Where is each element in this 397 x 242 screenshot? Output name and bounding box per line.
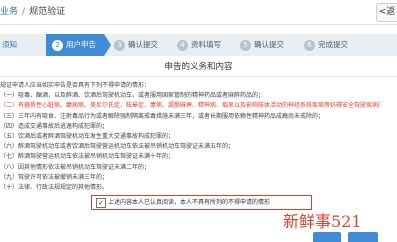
step-number: 4	[177, 39, 188, 51]
declaration-text: 规证申请人应当如实申告是否具有下列不得申请的情形： （一）吸毒、酗酒，以及醉酒、…	[0, 81, 380, 193]
notice-line: 规证申请人应当如实申告是否具有下列不得申请的情形：	[0, 82, 151, 89]
step-6: 6 完成提交	[304, 34, 364, 56]
step-number: 5	[240, 39, 251, 51]
agree-checkbox[interactable]: ✓	[96, 198, 106, 208]
notice-line: （六）醉酒驾驶机动车或者饮酒后驾驶营运机动车依法被吊销机动车驾驶证未满五年的；	[0, 143, 235, 151]
notice-line: （三）三年内有吸食、注射毒品行为或者解除强制隔离戒毒措施未满三年，或者长期服用依…	[0, 112, 325, 120]
notice-line: （五）饮酒后或者醉酒驾驶机动车发生重大交通事故构成犯罪的；	[0, 133, 175, 141]
step-label: 资料填写	[191, 40, 221, 49]
notice-line: （七）醉酒驾驶营运机动车依法被吊销机动车驾驶证未满十年的；	[0, 153, 175, 161]
step-4: 4 资料填写	[177, 34, 233, 56]
step-label: 须知	[2, 40, 17, 49]
notice-line: （十）法律、行政法规规定的其他情形。	[0, 184, 109, 192]
prev-button[interactable]	[313, 232, 341, 242]
step-label: 确认提交	[254, 40, 284, 49]
step-2: 2 用户申告	[46, 34, 111, 56]
agree-label: 上述内容本人已认真阅读，本人不具有所列的不得申请的情形	[108, 199, 271, 206]
notice-line-highlight: （二）有器质性心脏病、癫痫病、美尼尔氏症、眩晕症、癔病、震颤麻痹、精神病、痴呆以…	[0, 102, 380, 110]
step-arrow-icon	[104, 34, 111, 56]
top-bar: 业务 / 规范验证 <返	[0, 0, 397, 25]
notice-line: （四）造成交通事故后逃逸构成犯罪的；	[0, 122, 109, 130]
step-number: 3	[114, 39, 125, 51]
back-button[interactable]: <返	[376, 3, 397, 22]
breadcrumb: 业务 / 规范验证	[0, 0, 65, 24]
step-label: 确认提交	[128, 40, 158, 49]
breadcrumb-link[interactable]: 业务	[0, 7, 18, 17]
notice-line: （一）吸毒、酗酒，以及醉酒、饮酒后驾驶机动车，或者服用国家管制的精神药品或者麻醉…	[0, 92, 265, 100]
agreement-row[interactable]: ✓ 上述内容本人已认真阅读，本人不具有所列的不得申请的情形	[91, 195, 312, 210]
breadcrumb-current: 规范验证	[29, 7, 66, 17]
breadcrumb-separator: /	[22, 7, 26, 17]
panel-title: 申告的义务和内容	[0, 58, 397, 77]
watermark-text: 新鲜事521	[283, 212, 362, 231]
step-label: 用户申告	[66, 40, 96, 49]
notice-line: （九）驾驶许可依法被撤销未满三年的；	[0, 173, 109, 181]
step-label: 完成提交	[318, 40, 348, 49]
step-progress-bar: 须知 2 用户申告 3 确认提交 4 资料填写 5 确认提交 6 完成提交	[0, 34, 397, 56]
step-1: 须知	[0, 34, 46, 56]
step-3: 3 确认提交	[114, 34, 170, 56]
next-button[interactable]	[348, 232, 378, 242]
notice-line: （八）因其他情形依法被吊销机动车驾驶证未满二年的；	[0, 163, 151, 171]
step-number: 2	[52, 39, 63, 51]
step-number: 6	[304, 39, 315, 51]
step-5: 5 确认提交	[240, 34, 296, 56]
